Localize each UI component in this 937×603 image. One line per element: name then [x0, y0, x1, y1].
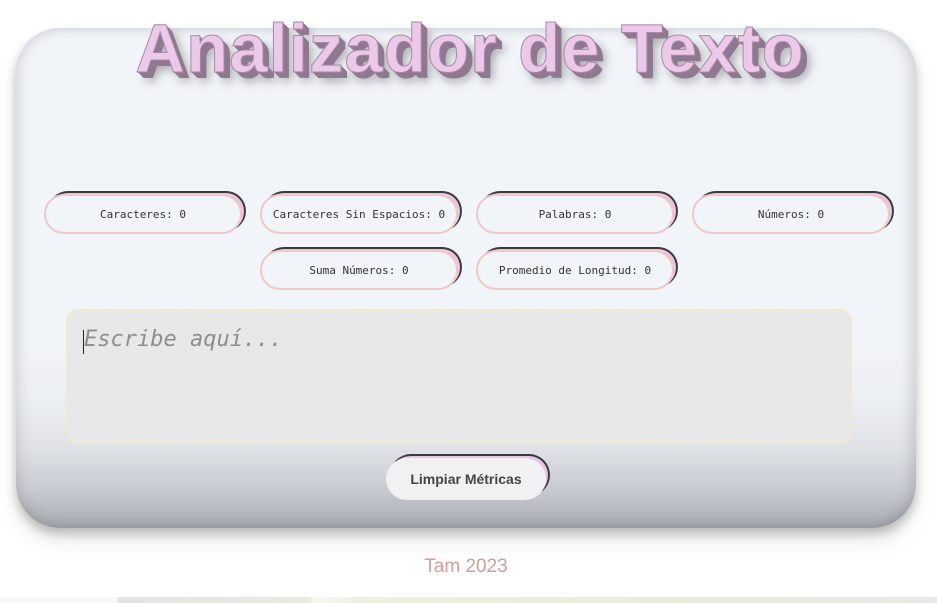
analyzer-card [16, 28, 916, 528]
metric-sum-numbers-label: Suma Números: 0 [260, 250, 458, 290]
metric-numbers-label: Números: 0 [692, 194, 890, 234]
metric-sum-numbers: Suma Números: 0 [260, 247, 462, 290]
metric-words: Palabras: 0 [476, 191, 678, 234]
bottom-strip [0, 597, 937, 603]
footer-credit: Tam 2023 [424, 556, 508, 577]
app-title: Analizador de Texto [135, 10, 805, 87]
metric-characters-label: Caracteres: 0 [44, 194, 242, 234]
app-root: Analizador de Texto Caracteres: 0 Caract… [0, 0, 937, 603]
clear-metrics-button[interactable]: Limpiar Métricas [386, 458, 546, 500]
text-input[interactable] [66, 309, 852, 444]
metric-characters-no-spaces-label: Caracteres Sin Espacios: 0 [260, 194, 458, 234]
metric-characters: Caracteres: 0 [44, 191, 246, 234]
metric-words-label: Palabras: 0 [476, 194, 674, 234]
clear-metrics-button-wrapper: Limpiar Métricas [386, 454, 552, 500]
metric-numbers: Números: 0 [692, 191, 894, 234]
text-cursor [83, 330, 84, 354]
metric-average-length: Promedio de Longitud: 0 [476, 247, 678, 290]
metric-average-length-label: Promedio de Longitud: 0 [476, 250, 674, 290]
metric-characters-no-spaces: Caracteres Sin Espacios: 0 [260, 191, 462, 234]
